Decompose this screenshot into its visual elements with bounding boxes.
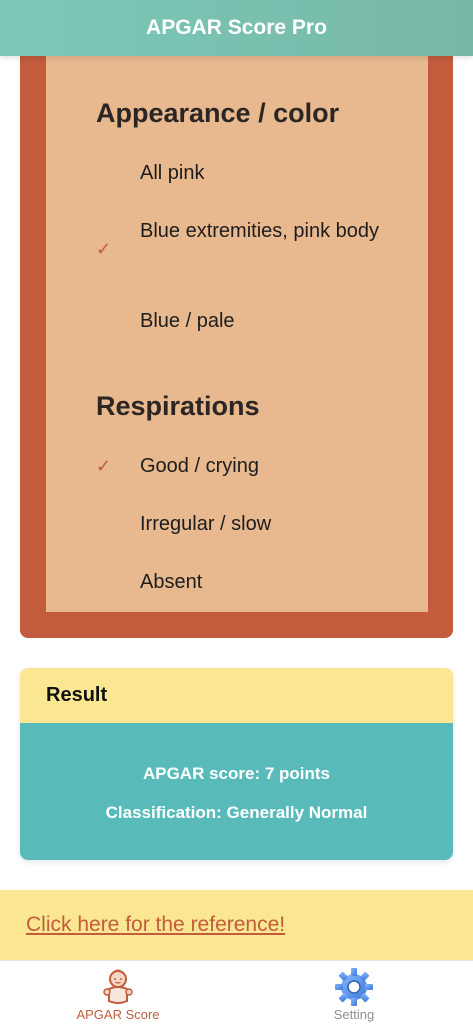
tab-label-setting: Setting: [333, 1007, 375, 1022]
result-card: Result APGAR score: 7 points Classificat…: [20, 668, 453, 860]
option-good-crying[interactable]: Good / crying: [140, 450, 392, 482]
score-card: Appearance / color All pink ✓ Blue extre…: [20, 30, 453, 638]
option-absent[interactable]: Absent: [140, 566, 392, 598]
reference-link[interactable]: Click here for the reference!: [26, 913, 285, 937]
result-body: APGAR score: 7 points Classification: Ge…: [20, 723, 453, 860]
option-all-pink[interactable]: All pink: [140, 157, 392, 189]
score-card-content: Appearance / color All pink ✓ Blue extre…: [46, 30, 428, 612]
gear-icon: [335, 968, 373, 1006]
option-blue-pale[interactable]: Blue / pale: [140, 305, 392, 337]
tab-setting[interactable]: Setting: [236, 961, 472, 1025]
app-title: APGAR Score Pro: [146, 16, 327, 39]
check-icon: ✓: [96, 456, 112, 476]
section-title-appearance: Appearance / color: [96, 98, 340, 128]
baby-icon: [103, 969, 133, 1004]
reference-banner: Click here for the reference!: [0, 890, 473, 960]
apgar-score-text: APGAR score: 7 points: [142, 764, 331, 783]
section-title-respirations: Respirations: [96, 391, 260, 421]
option-irregular-slow[interactable]: Irregular / slow: [140, 508, 392, 540]
check-icon: ✓: [96, 239, 112, 259]
classification-text: Classification: Generally Normal: [105, 803, 368, 822]
tab-apgar-score[interactable]: APGAR Score: [0, 961, 236, 1025]
app-header: APGAR Score Pro: [0, 0, 473, 56]
result-title: Result: [46, 684, 108, 706]
tab-bar: APGAR Score Setting: [0, 960, 473, 1025]
tab-label-apgar-score: APGAR Score: [76, 1007, 160, 1022]
result-header: Result: [20, 668, 453, 723]
option-blue-extremities[interactable]: Blue extremities, pink body: [140, 215, 392, 247]
